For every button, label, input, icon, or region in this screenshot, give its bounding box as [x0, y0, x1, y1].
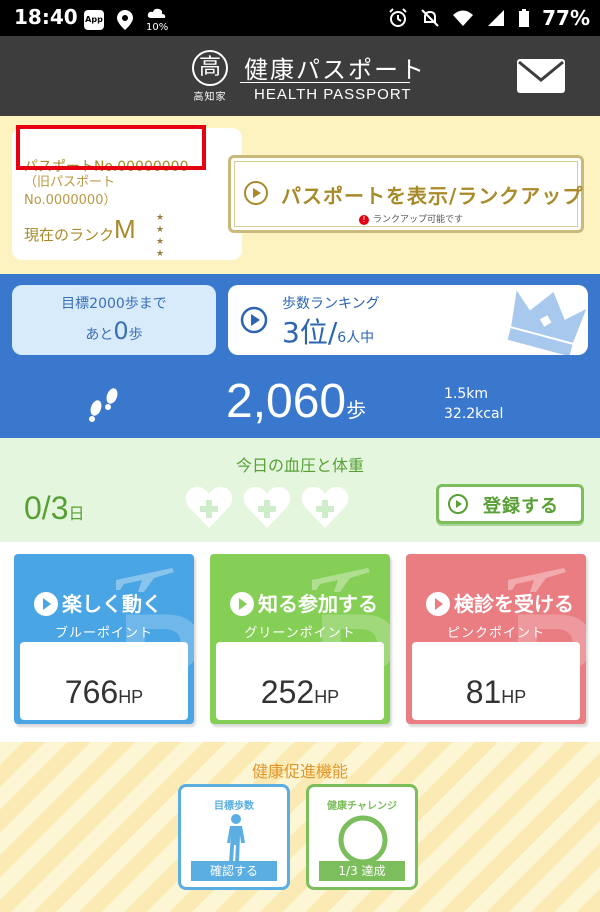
green-point-card[interactable]: P 知る参加する グリーンポイント 252HP	[210, 554, 390, 724]
weather-percent: 10%	[146, 22, 169, 33]
pink-point-subtitle: ピンクポイント	[446, 626, 545, 641]
blue-point-unit: HP	[118, 687, 144, 707]
green-point-title: 知る参加する	[258, 592, 378, 616]
weather-icon: 10%	[146, 6, 168, 33]
logo-caption: 高知家	[193, 92, 227, 103]
logo-emblem: 高	[192, 50, 228, 86]
play-circle-icon	[448, 494, 468, 514]
alert-icon: !	[359, 214, 369, 225]
register-label: 登録する	[483, 496, 559, 517]
crown-icon	[507, 290, 586, 355]
wifi-icon	[453, 10, 474, 26]
rank-stars: ★ ★ ★ ★	[155, 213, 165, 259]
battery-percent: 77%	[542, 6, 590, 30]
app-header: 高 高知家 健康パスポート HEALTH PASSPORT	[0, 36, 600, 116]
steps-distance: 1.5km	[444, 386, 489, 402]
steps-unit: 歩	[346, 400, 367, 422]
green-point-value: 252	[260, 674, 315, 710]
rankup-note: ! ランクアップ可能です	[359, 212, 463, 225]
play-circle-icon	[34, 592, 58, 616]
green-point-unit: HP	[314, 687, 340, 707]
points-section: P 楽しく動く ブルーポイント 766HP P 知る参加する グリーンポイント …	[0, 542, 600, 742]
play-circle-icon	[230, 592, 254, 616]
register-button[interactable]: 登録する	[436, 484, 584, 524]
blue-point-title: 楽しく動く	[62, 592, 162, 616]
progress-ring-icon	[338, 815, 388, 865]
health-promo-section: 健康促進機能 目標歩数 確認する 健康チャレンジ 1/3 達成	[0, 742, 600, 912]
app-notification-icon: App	[84, 9, 104, 30]
step-goal-caption: 目標歩数	[214, 801, 254, 812]
blood-pressure-section: 今日の血圧と体重 0/3日 登録する	[0, 438, 600, 542]
ranking-label: 歩数ランキング	[282, 296, 380, 312]
step-goal-feature[interactable]: 目標歩数 確認する	[178, 784, 290, 890]
confirm-button[interactable]: 確認する	[191, 861, 277, 881]
status-time: 18:40	[14, 5, 78, 29]
blue-point-subtitle: ブルーポイント	[54, 626, 153, 641]
step-goal-remaining: 0	[113, 317, 129, 345]
passport-old-number: （旧パスポート No.0000000）	[24, 175, 117, 208]
step-goal-prefix: あと	[85, 327, 114, 343]
play-circle-icon	[244, 181, 268, 205]
app-subtitle: HEALTH PASSPORT	[254, 86, 412, 103]
ranking-total: 6人中	[337, 330, 375, 346]
blue-point-card[interactable]: P 楽しく動く ブルーポイント 766HP	[14, 554, 194, 724]
step-goal-card[interactable]: 目標2000歩まで あと0歩	[12, 285, 216, 355]
battery-icon	[519, 9, 530, 27]
blue-point-value: 766	[64, 674, 119, 710]
ranking-position: 3位/	[282, 316, 338, 349]
location-pin-icon	[117, 9, 133, 30]
alarm-icon	[389, 8, 407, 27]
mail-icon[interactable]	[516, 58, 566, 94]
pink-point-unit: HP	[501, 687, 527, 707]
challenge-caption: 健康チャレンジ	[327, 801, 397, 812]
highlight-box	[16, 125, 206, 170]
health-challenge-feature[interactable]: 健康チャレンジ 1/3 達成	[306, 784, 418, 890]
steps-count: 2,060	[226, 375, 347, 428]
title-divider	[240, 82, 410, 83]
walking-person-icon	[227, 814, 245, 863]
kochi-logo: 高 高知家	[188, 50, 232, 108]
challenge-progress-button[interactable]: 1/3 達成	[319, 861, 405, 881]
signal-icon	[488, 10, 505, 26]
step-goal-label: 目標2000歩まで	[61, 296, 167, 312]
rank-label: 現在のランク	[24, 226, 115, 244]
app-title: 健康パスポート	[244, 56, 426, 84]
green-point-subtitle: グリーンポイント	[244, 626, 356, 641]
bp-days-count: 0/3	[24, 490, 69, 526]
mute-icon	[421, 9, 439, 27]
step-goal-unit: 歩	[128, 327, 143, 343]
steps-calories: 32.2kcal	[444, 406, 504, 422]
footprints-icon	[89, 388, 118, 422]
play-circle-icon	[240, 306, 268, 334]
pink-point-title: 検診を受ける	[454, 592, 574, 616]
status-bar: 18:40 App 10% 77%	[0, 0, 600, 36]
rank-value: M	[114, 214, 136, 244]
bp-title: 今日の血圧と体重	[235, 456, 364, 475]
show-passport-button[interactable]: パスポートを表示/ランクアップ ! ランクアップ可能です	[228, 155, 584, 233]
heart-icons	[185, 486, 349, 528]
pink-point-card[interactable]: P 検診を受ける ピンクポイント 81HP	[406, 554, 586, 724]
bp-days-unit: 日	[68, 506, 85, 523]
show-passport-label: パスポートを表示/ランクアップ	[281, 184, 584, 208]
promo-title: 健康促進機能	[251, 762, 348, 781]
play-circle-icon	[426, 592, 450, 616]
pink-point-value: 81	[465, 674, 502, 710]
